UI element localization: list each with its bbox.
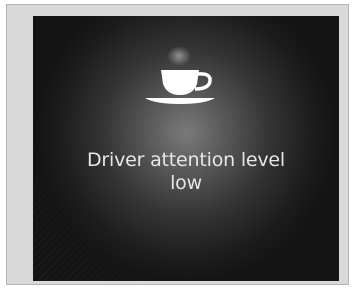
coffee-cup-icon xyxy=(145,46,215,104)
screenshot-frame: Driver attention level low xyxy=(6,4,349,285)
attention-message: Driver attention level low xyxy=(33,149,339,195)
attention-message-line1: Driver attention level xyxy=(87,149,285,171)
attention-message-line2: low xyxy=(170,172,202,194)
instrument-display: Driver attention level low xyxy=(33,16,339,281)
